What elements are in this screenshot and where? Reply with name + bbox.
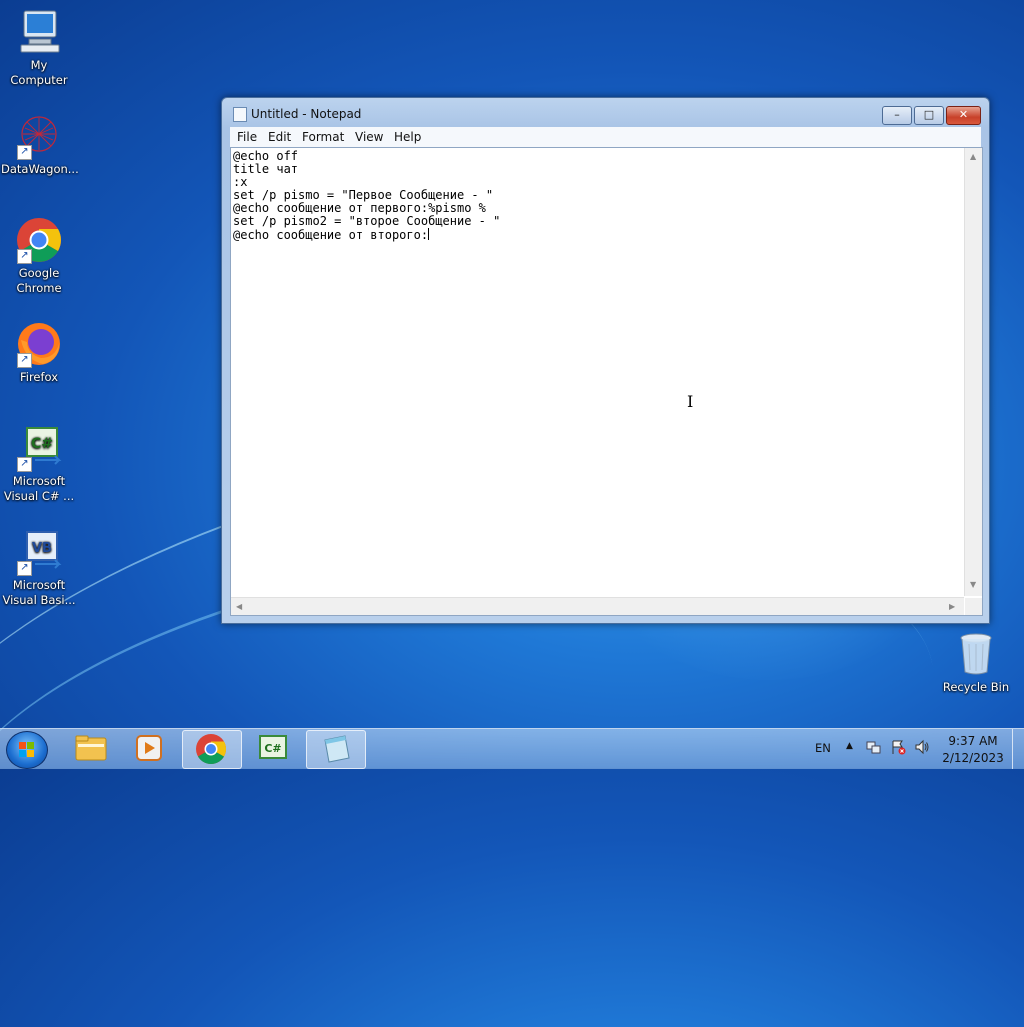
- datawagon-icon: ↗: [15, 112, 63, 160]
- desktop-icon-label: Google Chrome: [16, 266, 62, 295]
- text-line: set /p pismo2 = "второе Сообщение - ": [233, 214, 501, 228]
- chrome-icon: [196, 734, 227, 765]
- window-title: Untitled - Notepad: [251, 107, 362, 121]
- show-desktop-button[interactable]: [1012, 729, 1024, 769]
- desktop-icon-datawagon[interactable]: ↗ DataWagon...: [1, 112, 79, 177]
- desktop-icon-chrome[interactable]: ↗ Google Chrome: [1, 216, 77, 296]
- menu-format[interactable]: Format: [302, 130, 344, 144]
- scroll-up-icon[interactable]: ▲: [970, 152, 976, 161]
- menu-view[interactable]: View: [355, 130, 383, 144]
- desktop-icon-visual-csharp[interactable]: C# ↗ Microsoft Visual C# ...: [1, 424, 77, 504]
- recycle-bin-icon: [952, 630, 1000, 678]
- firefox-icon: ↗: [15, 320, 63, 368]
- show-hidden-icons-icon[interactable]: ▲: [846, 741, 853, 751]
- windows-start-icon[interactable]: [6, 731, 48, 769]
- horizontal-scrollbar[interactable]: ◀ ▶: [231, 597, 964, 615]
- desktop-icon-label: Microsoft Visual C# ...: [3, 474, 75, 503]
- visual-csharp-icon: C#: [259, 735, 287, 759]
- desktop-icon-label: DataWagon...: [1, 162, 79, 176]
- desktop-icon-label: My Computer: [10, 58, 68, 87]
- text-line: title чат: [233, 162, 299, 176]
- chrome-icon: ↗: [15, 216, 63, 264]
- taskbar: C# EN ▲ 9:37 AM 2/12/2023: [0, 728, 1024, 769]
- text-cursor-icon: I: [687, 392, 694, 411]
- text-line: @echo off: [233, 149, 299, 163]
- menu-edit[interactable]: Edit: [268, 130, 291, 144]
- network-icon[interactable]: [866, 739, 882, 758]
- svg-text:VB: VB: [32, 541, 52, 556]
- scroll-right-icon[interactable]: ▶: [949, 602, 955, 611]
- notepad-icon: [324, 735, 350, 763]
- action-center-icon[interactable]: [890, 739, 906, 758]
- windows-flag-icon: [19, 742, 35, 758]
- text-line: @echo сообщение от второго:: [233, 228, 429, 242]
- computer-icon: [15, 8, 63, 56]
- shortcut-arrow-icon: ↗: [17, 145, 32, 160]
- editor-text[interactable]: @echo off title чат:x set /p pismo = "Перв…: [233, 150, 958, 592]
- shortcut-arrow-icon: ↗: [17, 249, 32, 264]
- volume-icon[interactable]: [914, 739, 930, 758]
- notepad-icon: [233, 107, 247, 122]
- taskbar-visual-csharp-button[interactable]: C#: [244, 730, 302, 767]
- desktop-icon-recycle-bin[interactable]: Recycle Bin: [938, 630, 1014, 695]
- visual-basic-icon: VB ↗: [15, 528, 63, 576]
- svg-text:C#: C#: [31, 436, 53, 452]
- title-bar[interactable]: Untitled - Notepad – □ ✕: [222, 98, 989, 128]
- text-editor[interactable]: @echo off title чат:x set /p pismo = "Перв…: [230, 147, 983, 616]
- shortcut-arrow-icon: ↗: [17, 561, 32, 576]
- menu-file[interactable]: File: [237, 130, 257, 144]
- text-caret: [428, 228, 430, 240]
- desktop-icon-label: Firefox: [19, 370, 59, 384]
- desktop-icon-firefox[interactable]: ↗ Firefox: [1, 320, 77, 385]
- shortcut-arrow-icon: ↗: [17, 353, 32, 368]
- desktop-icon-label: Microsoft Visual Basi...: [2, 578, 76, 607]
- taskbar-notepad-button[interactable]: [306, 730, 366, 769]
- desktop-icon-label: Recycle Bin: [942, 680, 1010, 694]
- clock-date[interactable]: 2/12/2023: [930, 750, 1016, 766]
- menu-help[interactable]: Help: [394, 130, 421, 144]
- taskbar-media-player-button[interactable]: [120, 730, 178, 767]
- vertical-scrollbar[interactable]: ▲ ▼: [964, 148, 982, 596]
- desktop-icon-visual-basic[interactable]: VB ↗ Microsoft Visual Basi...: [1, 528, 77, 608]
- language-indicator[interactable]: EN: [815, 741, 831, 755]
- menu-bar: File Edit Format View Help: [230, 127, 981, 147]
- maximize-button[interactable]: □: [914, 106, 944, 125]
- notepad-window[interactable]: Untitled - Notepad – □ ✕ File Edit Forma…: [221, 97, 990, 624]
- desktop-icon-my-computer[interactable]: My Computer: [1, 8, 77, 88]
- clock-time[interactable]: 9:37 AM: [930, 733, 1016, 749]
- folder-icon: [75, 735, 107, 761]
- shortcut-arrow-icon: ↗: [17, 457, 32, 472]
- scroll-corner: [965, 598, 982, 615]
- taskbar-chrome-button[interactable]: [182, 730, 242, 769]
- visual-csharp-icon: C# ↗: [15, 424, 63, 472]
- scroll-left-icon[interactable]: ◀: [236, 602, 242, 611]
- svg-text:C#: C#: [264, 742, 281, 755]
- scroll-down-icon[interactable]: ▼: [970, 580, 976, 589]
- minimize-button[interactable]: –: [882, 106, 912, 125]
- media-player-icon: [136, 735, 162, 761]
- close-button[interactable]: ✕: [946, 106, 981, 125]
- taskbar-explorer-button[interactable]: [62, 730, 120, 767]
